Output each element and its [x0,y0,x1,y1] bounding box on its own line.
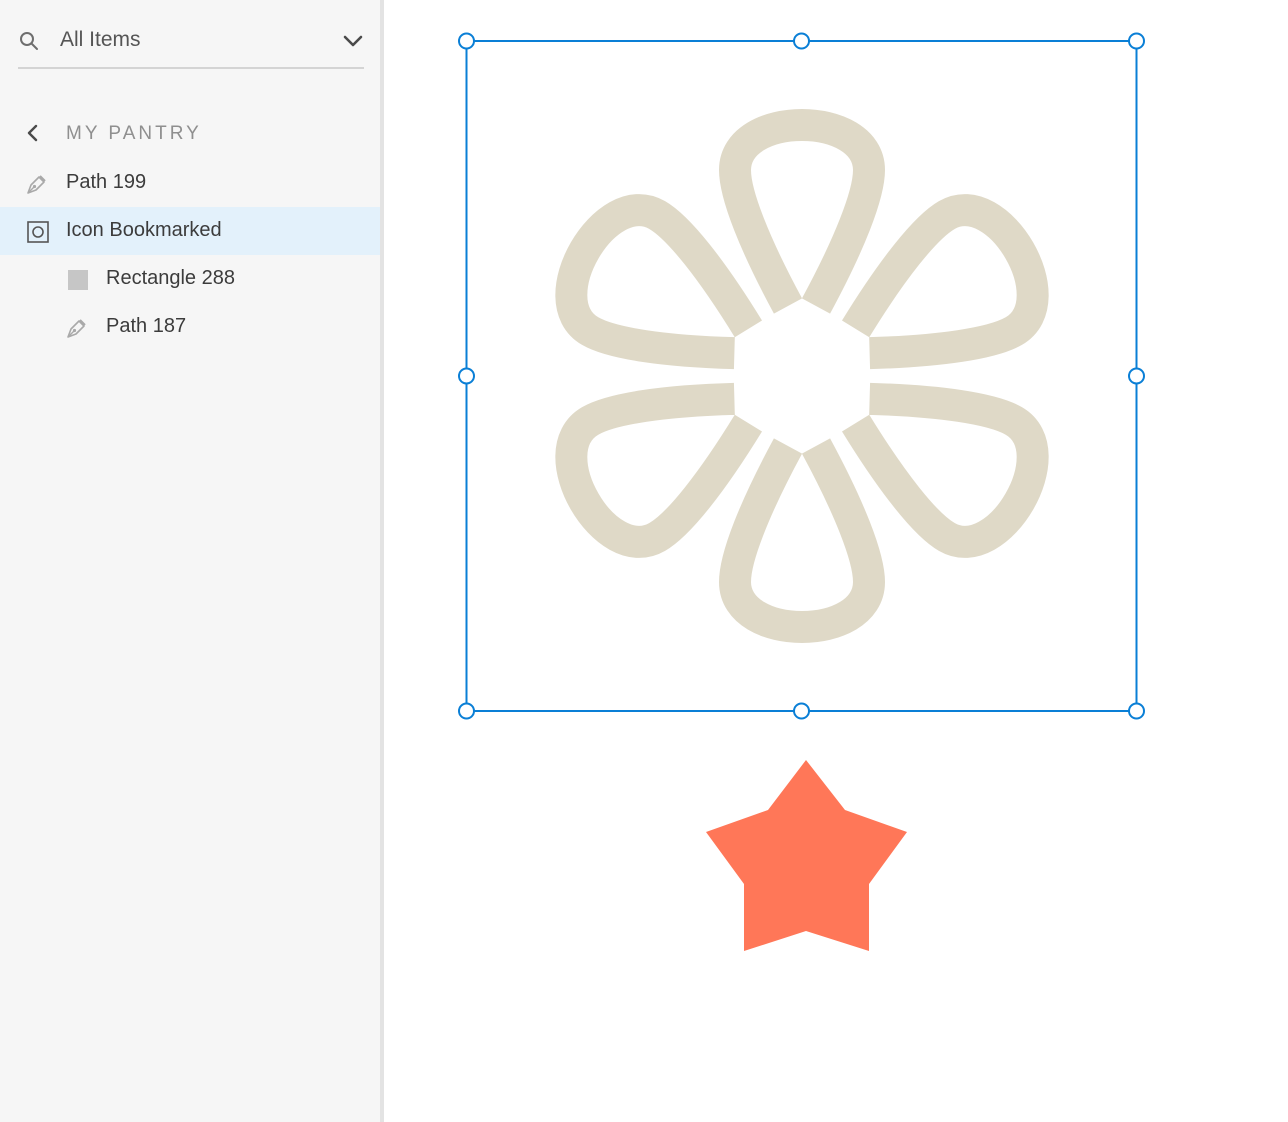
layer-filter-dropdown[interactable]: All Items [18,18,364,69]
layer-label: Icon Bookmarked [66,219,222,241]
layer-row-path-199[interactable]: Path 199 [0,159,380,207]
section-header: MY PANTRY [0,112,380,156]
layer-label: Path 199 [66,171,147,193]
search-icon [20,32,38,50]
section-title: MY PANTRY [66,123,202,144]
canvas-artwork [458,32,1145,951]
group-icon [27,221,49,243]
star-icon[interactable] [706,760,907,951]
layer-label: Rectangle 288 [106,267,235,289]
layer-row-rectangle-288[interactable]: Rectangle 288 [0,255,380,303]
layer-row-icon-bookmarked[interactable]: Icon Bookmarked [0,207,380,255]
app-window: All Items MY PANTRY Path 199 Icon Bookma… [0,0,1288,1122]
chevron-left-icon[interactable] [24,122,42,144]
chevron-down-icon[interactable] [342,30,364,52]
rectangle-icon [68,270,88,290]
resize-handle-bottom-left [458,702,475,720]
layer-filter-value: All Items [60,28,141,51]
resize-handle-right [1128,367,1145,385]
pen-path-icon [27,175,46,194]
resize-handle-top-left [458,32,475,50]
resize-handle-bottom-right [1128,702,1145,720]
design-canvas[interactable] [388,0,1288,1122]
resize-handle-top-right [1128,32,1145,50]
flower-icon[interactable] [551,109,1053,643]
resize-handle-bottom [793,702,810,720]
resize-handle-top [793,32,810,50]
layer-label: Path 187 [106,315,187,337]
layers-panel: All Items MY PANTRY Path 199 Icon Bookma… [0,0,384,1122]
pen-path-icon [67,319,86,338]
layer-row-path-187[interactable]: Path 187 [0,303,380,351]
resize-handle-left [458,367,475,385]
